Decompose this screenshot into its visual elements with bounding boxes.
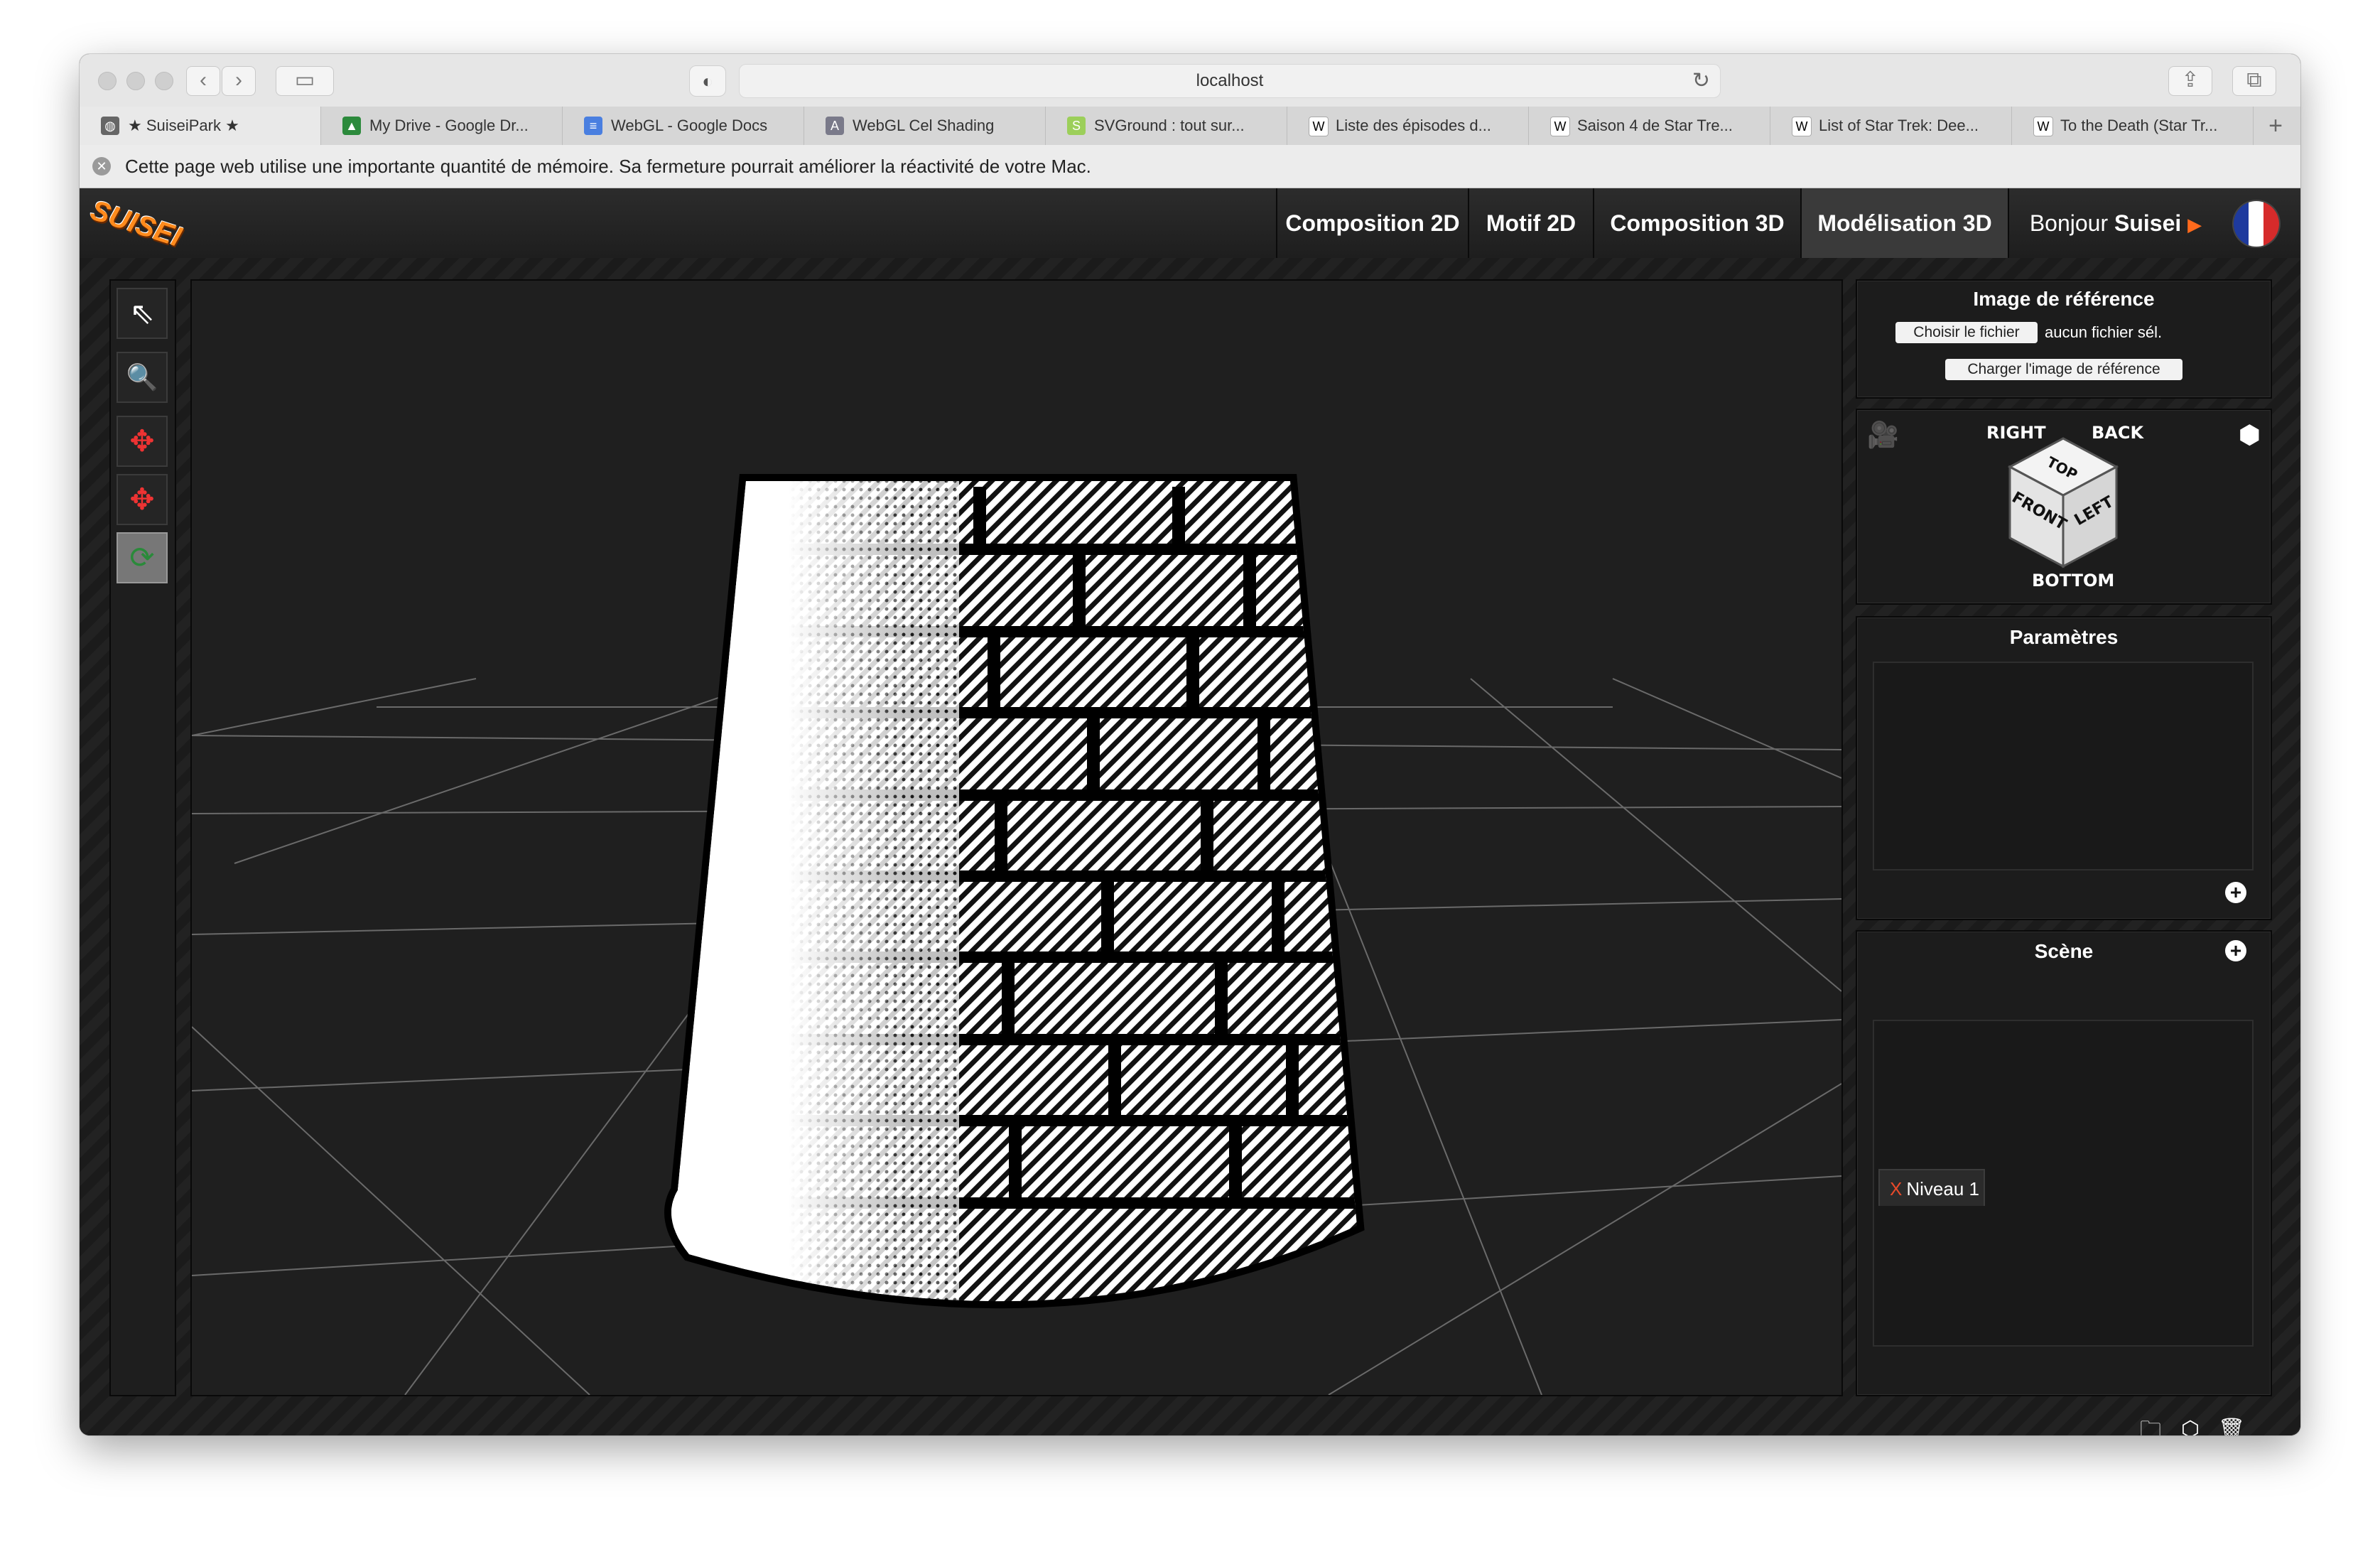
add-object-icon[interactable]: ⬡ bbox=[2178, 1418, 2202, 1435]
tab-label: Saison 4 de Star Tre... bbox=[1577, 117, 1733, 134]
browser-tab[interactable]: ▲ My Drive - Google Dr... bbox=[321, 107, 563, 145]
font-icon: A bbox=[826, 117, 844, 135]
close-window-icon[interactable] bbox=[98, 72, 117, 90]
browser-tab[interactable]: W List of Star Trek: Dee... bbox=[1770, 107, 2012, 145]
browser-tab[interactable]: W To the Death (Star Tr... bbox=[2012, 107, 2254, 145]
3d-viewport[interactable] bbox=[190, 279, 1843, 1396]
reference-image-title: Image de référence bbox=[1973, 288, 2155, 310]
browser-tab[interactable]: S SVGround : tout sur... bbox=[1046, 107, 1287, 145]
share-icon[interactable]: ⇪ bbox=[2168, 66, 2212, 96]
app-header: SUISEI Composition 2D Motif 2D Compositi… bbox=[80, 188, 2300, 259]
select-arrow-icon[interactable]: ⇖ bbox=[117, 288, 168, 339]
view-cube-panel: 🎥 ⬢ RIGHT BACK TOP FRONT LEFT BOTTOM bbox=[1856, 409, 2272, 605]
wikipedia-icon: W bbox=[1550, 117, 1570, 136]
view-back-label[interactable]: BACK bbox=[2092, 423, 2143, 443]
drive-icon: ▲ bbox=[342, 117, 361, 135]
reload-icon[interactable]: ↻ bbox=[1692, 65, 1710, 97]
memory-warning-text: Cette page web utilise une importante qu… bbox=[125, 156, 1091, 177]
user-greeting[interactable]: Bonjour Suisei ▶ bbox=[2008, 188, 2222, 258]
tab-label: SVGround : tout sur... bbox=[1094, 117, 1245, 134]
add-scene-icon[interactable]: + bbox=[2225, 940, 2246, 961]
browser-titlebar: ‹ › ▭ ◐ localhost ↻ ⇪ ⧉ bbox=[80, 54, 2300, 107]
globe-icon: ◍ bbox=[101, 117, 119, 135]
address-bar[interactable]: localhost ↻ bbox=[739, 64, 1721, 98]
browser-tab[interactable]: W Saison 4 de Star Tre... bbox=[1529, 107, 1770, 145]
browser-tab[interactable]: W Liste des épisodes d... bbox=[1287, 107, 1529, 145]
add-parameter-icon[interactable]: + bbox=[2225, 882, 2246, 903]
nav-modelisation-3d[interactable]: Modélisation 3D bbox=[1800, 188, 2008, 258]
suisei-logo[interactable]: SUISEI bbox=[83, 188, 185, 263]
remove-level-icon[interactable]: X bbox=[1890, 1178, 1902, 1199]
scene-tab-label: Niveau 1 bbox=[1906, 1178, 1979, 1199]
wikipedia-icon: W bbox=[2033, 117, 2053, 136]
app-area: SUISEI Composition 2D Motif 2D Compositi… bbox=[80, 188, 2300, 1435]
reference-image-panel: Image de référence Choisir le fichier au… bbox=[1856, 279, 2272, 399]
tool-palette: ⇖ 🔍 ✥ ✥ ⟳ bbox=[109, 279, 176, 1396]
sidebar-icon[interactable]: ▭ bbox=[276, 66, 334, 96]
nav-composition-2d[interactable]: Composition 2D bbox=[1276, 188, 1468, 258]
scene-title: Scène bbox=[2034, 940, 2094, 962]
tab-label: WebGL Cel Shading bbox=[853, 117, 995, 134]
browser-tab[interactable]: A WebGL Cel Shading bbox=[804, 107, 1046, 145]
view-bottom-label[interactable]: BOTTOM bbox=[2032, 571, 2114, 591]
load-reference-button[interactable]: Charger l'image de référence bbox=[1945, 359, 2182, 380]
tab-label: List of Star Trek: Dee... bbox=[1819, 117, 1979, 134]
scene-tab-niveau-1[interactable]: X Niveau 1 bbox=[1878, 1169, 1985, 1206]
privacy-shield-icon[interactable]: ◐ bbox=[689, 65, 726, 97]
wikipedia-icon: W bbox=[1792, 117, 1812, 136]
magnifier-icon[interactable]: 🔍 bbox=[117, 352, 168, 403]
forward-icon[interactable]: › bbox=[222, 66, 256, 96]
greeting-prefix: Bonjour bbox=[2029, 210, 2109, 236]
new-folder-icon[interactable]: 🗀 bbox=[2138, 1418, 2163, 1435]
wikipedia-icon: W bbox=[1309, 117, 1329, 136]
perspective-cube-icon[interactable]: ⬢ bbox=[2239, 420, 2261, 450]
browser-window: ‹ › ▭ ◐ localhost ↻ ⇪ ⧉ ◍ ★ SuiseiPark ★… bbox=[80, 54, 2300, 1435]
minimize-window-icon[interactable] bbox=[126, 72, 145, 90]
app-workspace: ⇖ 🔍 ✥ ✥ ⟳ Image de référence Choisir le … bbox=[80, 258, 2300, 1435]
scale-icon[interactable]: ✥ bbox=[117, 474, 168, 525]
no-file-label: aucun fichier sél. bbox=[2045, 323, 2163, 341]
greeting-name: Suisei bbox=[2114, 210, 2182, 236]
tab-bar: ◍ ★ SuiseiPark ★ ▲ My Drive - Google Dr.… bbox=[80, 107, 2300, 146]
greeting-arrow-icon: ▶ bbox=[2187, 214, 2202, 235]
svg-icon: S bbox=[1067, 117, 1086, 135]
nav-composition-3d[interactable]: Composition 3D bbox=[1593, 188, 1800, 258]
nav-motif-2d[interactable]: Motif 2D bbox=[1468, 188, 1593, 258]
camera-icon[interactable]: 🎥 bbox=[1867, 420, 1899, 450]
3d-scene[interactable] bbox=[192, 281, 1841, 1395]
choose-file-button[interactable]: Choisir le fichier bbox=[1895, 322, 2038, 343]
memory-warning-bar: ✕ Cette page web utilise une importante … bbox=[80, 145, 2300, 188]
rotate-icon[interactable]: ⟳ bbox=[117, 532, 168, 583]
tab-label: WebGL - Google Docs bbox=[611, 117, 768, 134]
new-tab-icon[interactable]: + bbox=[2258, 107, 2293, 145]
back-icon[interactable]: ‹ bbox=[186, 66, 220, 96]
tab-label: ★ SuiseiPark ★ bbox=[128, 117, 239, 134]
cone-model[interactable] bbox=[661, 473, 1371, 1361]
tab-label: My Drive - Google Dr... bbox=[369, 117, 529, 134]
tab-label: To the Death (Star Tr... bbox=[2060, 117, 2218, 134]
browser-tab[interactable]: ≡ WebGL - Google Docs bbox=[563, 107, 804, 145]
tabs-overview-icon[interactable]: ⧉ bbox=[2232, 66, 2276, 96]
trash-icon[interactable]: 🗑 bbox=[2218, 1418, 2245, 1435]
parameters-panel: Paramètres + bbox=[1856, 616, 2272, 920]
tab-label: Liste des épisodes d... bbox=[1336, 117, 1491, 134]
move-icon[interactable]: ✥ bbox=[117, 416, 168, 467]
url-text: localhost bbox=[1196, 71, 1264, 90]
dismiss-warning-icon[interactable]: ✕ bbox=[92, 157, 111, 176]
parameters-list bbox=[1873, 662, 2254, 870]
docs-icon: ≡ bbox=[584, 117, 602, 135]
parameters-title: Paramètres bbox=[2009, 626, 2119, 648]
maximize-window-icon[interactable] bbox=[155, 72, 173, 90]
browser-tab[interactable]: ◍ ★ SuiseiPark ★ bbox=[80, 107, 321, 145]
scene-panel: Scène + bbox=[1856, 930, 2272, 1396]
france-flag-icon[interactable] bbox=[2234, 201, 2279, 247]
view-right-label[interactable]: RIGHT bbox=[1986, 423, 2046, 443]
